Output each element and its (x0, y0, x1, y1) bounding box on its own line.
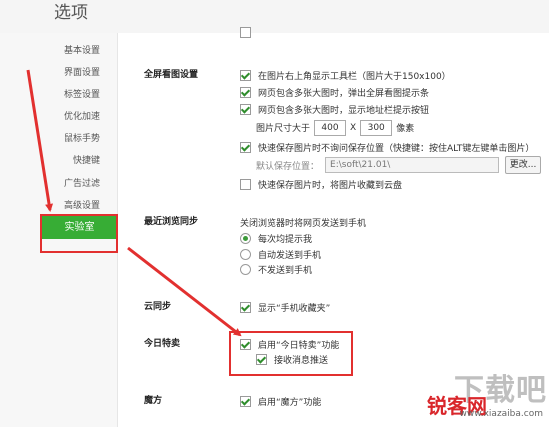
sync-radio-never[interactable] (240, 264, 251, 275)
daily-receive-row[interactable]: 接收消息推送 (256, 353, 328, 366)
cloud-sync-row[interactable]: 显示“手机收藏夹” (240, 301, 330, 314)
window-title: 选项 (54, 3, 88, 23)
sync-radio3-row[interactable]: 不发送到手机 (240, 263, 312, 276)
sidebar-item-mouse-gesture[interactable]: 鼠标手势 (0, 132, 100, 146)
fullscreen-opt3-row[interactable]: 网页包含多张大图时，显示地址栏提示按钮 (240, 103, 429, 116)
mobile-favorites-checkbox[interactable] (240, 302, 251, 313)
sync-radio-prompt-label: 每次均提示我 (258, 235, 313, 245)
sidebar-item-tabs[interactable]: 标签设置 (0, 88, 100, 102)
fullscreen-opt2-checkbox[interactable] (240, 87, 251, 98)
sync-radio-auto[interactable] (240, 249, 251, 260)
section-title-daily-deals: 今日特卖 (144, 339, 181, 349)
magic-enable-label: 启用“魔方”功能 (258, 398, 322, 408)
quicksave-row[interactable]: 快速保存图片时不询问保存位置（快捷键：按住ALT键左键单击图片） (240, 141, 534, 154)
sync-desc-row: 关闭浏览器时将网页发送到手机 (240, 216, 366, 229)
size-x-separator: X (350, 122, 357, 133)
sync-radio-prompt[interactable] (240, 233, 251, 244)
sidebar-item-shortcuts[interactable]: 快捷键 (0, 154, 100, 168)
sync-description: 关闭浏览器时将网页发送到手机 (240, 219, 367, 229)
cloud-save-checkbox[interactable] (240, 179, 251, 190)
sidebar-item-basic[interactable]: 基本设置 (0, 44, 100, 58)
sync-radio-auto-label: 自动发送到手机 (258, 251, 322, 261)
image-size-row: 图片尺寸大于 400 X 300 像素 (256, 119, 414, 136)
section-title-sync: 最近浏览同步 (144, 217, 199, 227)
fullscreen-opt1-row[interactable]: 在图片右上角显示工具栏（图片大于150x100） (240, 69, 451, 82)
title-bar: 选项 (0, 0, 549, 33)
cloud-save-row[interactable]: 快速保存图片时，将图片收藏到云盘 (240, 178, 402, 191)
change-path-button[interactable]: 更改... (505, 156, 542, 174)
fullscreen-opt1-label: 在图片右上角显示工具栏（图片大于150x100） (258, 72, 451, 82)
default-location-row: 默认保存位置： E:\soft\21.01\ 更改... (256, 156, 542, 174)
fullscreen-opt1-checkbox[interactable] (240, 70, 251, 81)
clipped-row (240, 26, 258, 39)
sidebar-item-adblock[interactable]: 广告过滤 (0, 177, 100, 191)
settings-panel: 全屏看图设置 在图片右上角显示工具栏（图片大于150x100） 网页包含多张大图… (118, 27, 549, 427)
fullscreen-opt2-row[interactable]: 网页包含多张大图时，弹出全屏看图提示条 (240, 86, 429, 99)
sidebar-item-lab[interactable]: 实验室 (42, 216, 117, 239)
sidebar-item-optimize[interactable]: 优化加速 (0, 110, 100, 124)
sync-radio2-row[interactable]: 自动发送到手机 (240, 248, 321, 261)
daily-enable-checkbox[interactable] (240, 339, 251, 350)
save-path-field[interactable]: E:\soft\21.01\ (325, 157, 500, 173)
daily-enable-row[interactable]: 启用“今日特卖”功能 (240, 338, 339, 351)
section-title-cloud-sync: 云同步 (144, 302, 172, 312)
quicksave-checkbox[interactable] (240, 142, 251, 153)
default-location-label: 默认保存位置： (256, 161, 320, 172)
image-height-input[interactable]: 300 (360, 119, 393, 136)
daily-receive-label: 接收消息推送 (274, 356, 329, 366)
daily-receive-checkbox[interactable] (256, 354, 267, 365)
fullscreen-opt2-label: 网页包含多张大图时，弹出全屏看图提示条 (258, 89, 430, 99)
size-unit: 像素 (396, 124, 415, 134)
sidebar-item-interface[interactable]: 界面设置 (0, 66, 100, 80)
magic-enable-row[interactable]: 启用“魔方”功能 (240, 395, 321, 408)
image-size-label: 图片尺寸大于 (256, 124, 311, 134)
magic-enable-checkbox[interactable] (240, 396, 251, 407)
mobile-favorites-label: 显示“手机收藏夹” (258, 304, 331, 314)
section-title-fullscreen: 全屏看图设置 (144, 70, 199, 80)
sidebar-item-advanced[interactable]: 高级设置 (0, 199, 100, 213)
quicksave-label: 快速保存图片时不询问保存位置（快捷键：按住ALT键左键单击图片） (258, 144, 535, 154)
daily-enable-label: 启用“今日特卖”功能 (258, 341, 340, 351)
sync-radio1-row[interactable]: 每次均提示我 (240, 232, 312, 245)
clipped-checkbox[interactable] (240, 27, 251, 38)
cloud-save-label: 快速保存图片时，将图片收藏到云盘 (258, 181, 403, 191)
sidebar: 基本设置 界面设置 标签设置 优化加速 鼠标手势 快捷键 广告过滤 高级设置 实… (0, 33, 118, 427)
fullscreen-opt3-checkbox[interactable] (240, 104, 251, 115)
image-width-input[interactable]: 400 (314, 119, 347, 136)
sync-radio-never-label: 不发送到手机 (258, 266, 313, 276)
fullscreen-opt3-label: 网页包含多张大图时，显示地址栏提示按钮 (258, 106, 430, 116)
section-title-magic: 魔方 (144, 396, 163, 406)
